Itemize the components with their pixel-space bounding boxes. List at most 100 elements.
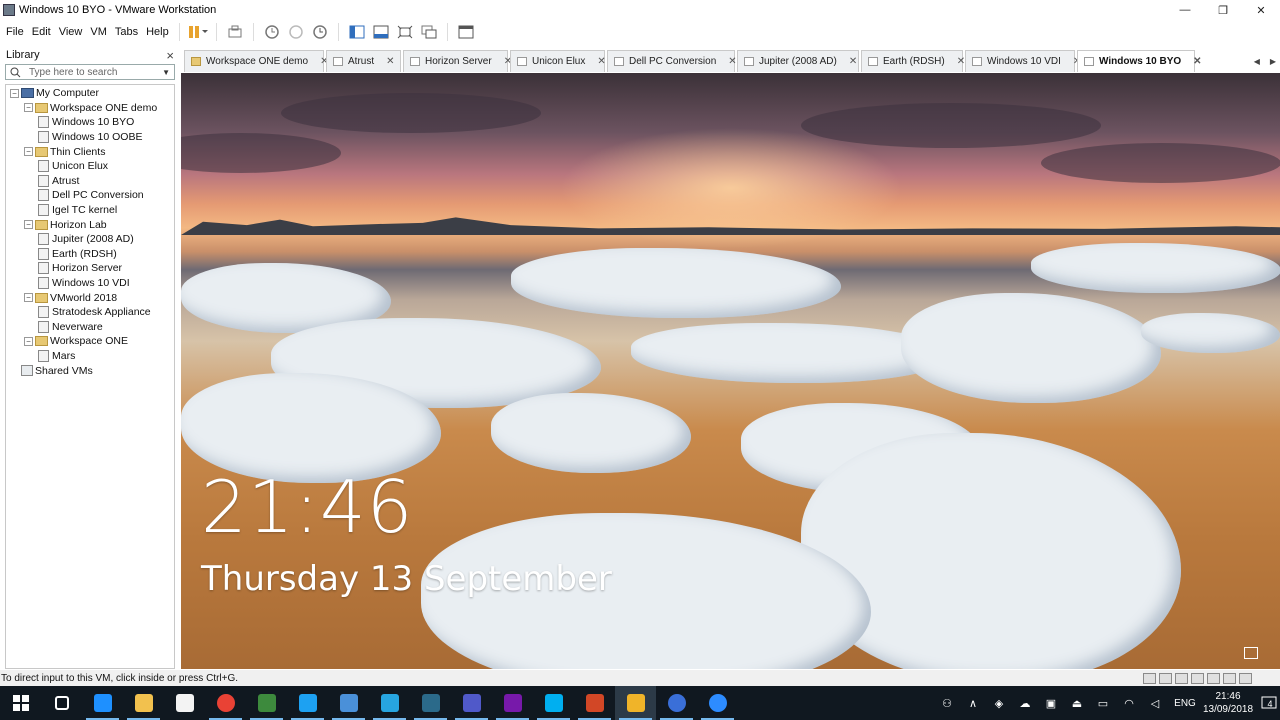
sound-card-icon[interactable]: [1207, 672, 1220, 684]
tab-vm[interactable]: Windows 10 BYO ✕: [1077, 50, 1202, 72]
tree-item[interactable]: − My Computer: [6, 86, 174, 101]
snapshot-manager-button[interactable]: [309, 22, 331, 42]
tree-item[interactable]: Windows 10 OOBE: [6, 130, 174, 145]
internet-explorer-taskbar-button[interactable]: [369, 686, 410, 720]
volume-icon[interactable]: ◁: [1142, 686, 1168, 720]
windows-start-taskbar-button[interactable]: [0, 686, 41, 720]
people-icon[interactable]: ⚇: [934, 686, 960, 720]
tree-item[interactable]: Windows 10 VDI: [6, 276, 174, 291]
tree-item[interactable]: Unicon Elux: [6, 159, 174, 174]
send-ctrl-alt-del-button[interactable]: [224, 22, 246, 42]
terminal-taskbar-button[interactable]: [410, 686, 451, 720]
removable-device-icon[interactable]: ⏏: [1064, 686, 1090, 720]
file-explorer-taskbar-button[interactable]: [123, 686, 164, 720]
tree-item[interactable]: Jupiter (2008 AD): [6, 232, 174, 247]
tab-close-icon[interactable]: ✕: [945, 56, 965, 67]
tree-item[interactable]: Shared VMs: [6, 363, 174, 378]
tab-close-icon[interactable]: ✕: [1181, 56, 1201, 67]
full-screen-button[interactable]: [394, 22, 416, 42]
tab-close-icon[interactable]: ✕: [837, 56, 857, 67]
tree-item[interactable]: Earth (RDSH): [6, 247, 174, 262]
unity-button[interactable]: [418, 22, 440, 42]
take-snapshot-button[interactable]: [261, 22, 283, 42]
document-taskbar-button[interactable]: [328, 686, 369, 720]
tree-item[interactable]: − VMworld 2018: [6, 290, 174, 305]
tree-item[interactable]: Stratodesk Appliance: [6, 305, 174, 320]
menu-vm[interactable]: VM: [86, 26, 111, 38]
taskbar-clock[interactable]: 21:46 13/09/2018: [1202, 690, 1254, 716]
powerpoint-taskbar-button[interactable]: [574, 686, 615, 720]
vm-console-lock-screen[interactable]: 21:46 Thursday 13 September: [181, 73, 1280, 669]
action-center-button[interactable]: 4: [1254, 686, 1280, 720]
tree-item[interactable]: − Workspace ONE: [6, 334, 174, 349]
task-view-taskbar-button[interactable]: [41, 686, 82, 720]
vmware-workstation-taskbar-button[interactable]: [615, 686, 656, 720]
pause-button[interactable]: [187, 22, 209, 42]
language-indicator[interactable]: ENG: [1168, 698, 1202, 709]
console-view-button[interactable]: [455, 22, 477, 42]
onenote-taskbar-button[interactable]: [492, 686, 533, 720]
skype-taskbar-button[interactable]: [533, 686, 574, 720]
recording-taskbar-button[interactable]: [656, 686, 697, 720]
tab-vm[interactable]: Earth (RDSH) ✕: [861, 50, 965, 72]
menu-help[interactable]: Help: [142, 26, 173, 38]
tree-item[interactable]: − Workspace ONE demo: [6, 101, 174, 116]
expander-icon[interactable]: −: [24, 220, 33, 230]
expander-icon[interactable]: −: [24, 293, 33, 303]
tab-vm[interactable]: Horizon Server ✕: [403, 50, 512, 72]
tree-item[interactable]: Igel TC kernel: [6, 203, 174, 218]
tray-app-icon[interactable]: ▣: [1038, 686, 1064, 720]
thumbnail-bar-button[interactable]: [370, 22, 392, 42]
chrome-taskbar-button[interactable]: [205, 686, 246, 720]
tab-vm[interactable]: Unicon Elux ✕: [510, 50, 606, 72]
menu-edit[interactable]: Edit: [28, 26, 55, 38]
maximize-button[interactable]: ❐: [1204, 0, 1242, 20]
battery-icon[interactable]: ▭: [1090, 686, 1116, 720]
onedrive-icon[interactable]: ☁: [1012, 686, 1038, 720]
teams-taskbar-button[interactable]: [451, 686, 492, 720]
twitter-taskbar-button[interactable]: [287, 686, 328, 720]
snagit-taskbar-button[interactable]: [246, 686, 287, 720]
tab-vm[interactable]: Dell PC Conversion ✕: [607, 50, 737, 72]
menu-tabs[interactable]: Tabs: [111, 26, 142, 38]
wifi-icon[interactable]: ◠: [1116, 686, 1142, 720]
show-hidden-icons-icon[interactable]: ∧: [960, 686, 986, 720]
menu-file[interactable]: File: [2, 26, 28, 38]
network-adapter-icon[interactable]: [1175, 672, 1188, 684]
tree-item[interactable]: − Horizon Lab: [6, 217, 174, 232]
zoom-taskbar-button[interactable]: [697, 686, 738, 720]
expander-icon[interactable]: −: [24, 147, 33, 157]
library-close-button[interactable]: ×: [166, 48, 174, 63]
close-button[interactable]: ✕: [1242, 0, 1280, 20]
minimize-button[interactable]: —: [1166, 0, 1204, 20]
chevron-down-icon[interactable]: ▼: [162, 68, 170, 77]
expander-icon[interactable]: −: [24, 103, 33, 113]
tree-item[interactable]: Neverware: [6, 320, 174, 335]
tab-scroll-left-icon[interactable]: ◀: [1254, 57, 1260, 66]
tree-item[interactable]: Mars: [6, 349, 174, 364]
tree-item[interactable]: − Thin Clients: [6, 144, 174, 159]
tree-item[interactable]: Horizon Server: [6, 261, 174, 276]
tab-close-icon[interactable]: ✕: [374, 56, 394, 67]
expander-icon[interactable]: −: [10, 88, 19, 98]
cd-dvd-icon[interactable]: [1159, 672, 1172, 684]
tree-item[interactable]: Windows 10 BYO: [6, 115, 174, 130]
show-library-button[interactable]: [346, 22, 368, 42]
tab-close-icon[interactable]: ✕: [716, 56, 736, 67]
expander-icon[interactable]: −: [24, 336, 33, 346]
hard-disk-icon[interactable]: [1143, 672, 1156, 684]
tree-item[interactable]: Dell PC Conversion: [6, 188, 174, 203]
tab-close-icon[interactable]: ✕: [585, 56, 605, 67]
printer-icon[interactable]: [1223, 672, 1236, 684]
tab-vm[interactable]: Jupiter (2008 AD) ✕: [737, 50, 859, 72]
store-taskbar-button[interactable]: [164, 686, 205, 720]
menu-view[interactable]: View: [55, 26, 87, 38]
edge-taskbar-button[interactable]: [82, 686, 123, 720]
tab-scroll-right-icon[interactable]: ▶: [1270, 57, 1276, 66]
security-icon[interactable]: ◈: [986, 686, 1012, 720]
tab-vm[interactable]: Atrust ✕: [326, 50, 401, 72]
library-search-input[interactable]: Type here to search ▼: [5, 64, 175, 80]
tab-vm[interactable]: Workspace ONE demo ✕: [184, 50, 328, 72]
display-icon[interactable]: [1239, 672, 1252, 684]
usb-controller-icon[interactable]: [1191, 672, 1204, 684]
